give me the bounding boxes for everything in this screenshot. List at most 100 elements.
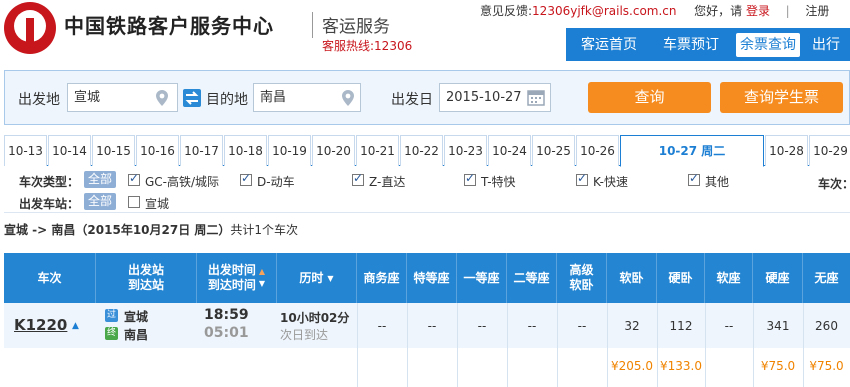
location-pin-icon[interactable] [156, 90, 168, 106]
train-type-all-button[interactable]: 全部 [84, 171, 117, 188]
date-tab[interactable]: 10-16 [136, 135, 179, 166]
type-gc-checkbox[interactable] [128, 171, 140, 186]
site-title: 中国铁路客户服务中心 [64, 14, 274, 38]
date-label: 出发日 [391, 92, 433, 108]
from-station-link[interactable]: 宣城 [124, 308, 148, 325]
to-label: 目的地 [206, 92, 248, 108]
col-stations: 出发站 到达站 [96, 253, 197, 303]
train-number-label: 车次： [818, 177, 850, 191]
train-number-link[interactable]: K1220 [14, 316, 67, 334]
type-k-checkbox[interactable] [576, 171, 588, 186]
price-no-seat: ¥75.0 [809, 359, 844, 373]
date-tab-active[interactable]: 10-27 周二 [620, 135, 764, 167]
type-other-label: 其他 [705, 175, 730, 189]
col-duration[interactable]: 历时 ▼ [277, 253, 357, 303]
date-tab[interactable]: 10-20 [312, 135, 355, 166]
type-gc-label: GC-高铁/城际 [145, 175, 220, 189]
date-tab[interactable]: 10-24 [488, 135, 531, 166]
type-z-checkbox[interactable] [352, 171, 364, 186]
col-seat: 软座 [705, 253, 753, 303]
arrive-time: 05:01 [204, 325, 249, 341]
col-depart-time: 出发时间 [207, 263, 256, 277]
col-seat: 硬座 [753, 253, 803, 303]
seat-availability: 260 [815, 319, 838, 333]
date-tab[interactable]: 10-28 [765, 135, 808, 166]
nav-home[interactable]: 客运首页 [574, 33, 644, 57]
location-pin-icon[interactable] [342, 90, 354, 106]
greeting-text: 您好，请 [694, 4, 743, 18]
seat-availability: -- [527, 319, 537, 333]
seat-availability: -- [724, 319, 734, 333]
register-link[interactable]: 注册 [805, 4, 829, 18]
type-d-checkbox[interactable] [240, 171, 252, 186]
date-tab[interactable]: 10-17 [180, 135, 223, 166]
seat-availability: -- [427, 319, 437, 333]
type-t-checkbox[interactable] [464, 171, 476, 186]
train-expand-icon[interactable]: ▲ [72, 321, 79, 331]
route-summary: 宣城 -> 南昌（2015年10月27日 周二）共计1个车次 [4, 223, 299, 237]
date-tab[interactable]: 10-29 [809, 135, 850, 166]
col-station-from: 出发站 [127, 263, 164, 277]
nav-ticket-query[interactable]: 余票查询 [736, 33, 800, 57]
col-seat: 商务座 [357, 253, 407, 303]
col-seat: 软卧 [607, 253, 657, 303]
col-seat: 高级软卧 [557, 253, 607, 303]
col-seat: 特等座 [407, 253, 457, 303]
type-k-label: K-快速 [593, 175, 628, 189]
station-xuancheng-checkbox[interactable] [128, 196, 140, 208]
header-divider [312, 12, 313, 38]
sort-up-icon[interactable]: ▲ [259, 266, 265, 278]
site-subtitle: 客运服务 [322, 17, 390, 37]
student-query-button[interactable]: 查询学生票 [720, 82, 843, 113]
price-hard-seat: ¥75.0 [760, 359, 796, 373]
station-all-button[interactable]: 全部 [84, 193, 117, 210]
date-tab[interactable]: 10-13 [4, 135, 47, 166]
results-table-header: 车次 出发站 到达站 出发时间 到达时间 ▲ ▼ 历时 ▼ 商务座 特等座 一等座… [4, 253, 850, 303]
seat-availability: 32 [624, 319, 640, 333]
sort-down-icon[interactable]: ▼ [327, 271, 333, 286]
nav-booking[interactable]: 车票预订 [656, 33, 726, 57]
date-tab[interactable]: 10-26 [576, 135, 619, 166]
date-tab[interactable]: 10-18 [224, 135, 267, 166]
top-links: 意见反馈:12306yjfk@rails.com.cn 您好，请 登录 | 注册… [480, 2, 850, 19]
date-tab[interactable]: 10-15 [92, 135, 135, 166]
station-xuancheng-label: 宣城 [145, 197, 170, 211]
seat-availability: -- [577, 319, 587, 333]
hotline: 客服热线:12306 [322, 39, 413, 53]
swap-stations-icon[interactable] [183, 89, 201, 107]
price-hard-sleeper: ¥133.0 [660, 359, 702, 373]
date-tab[interactable]: 10-22 [400, 135, 443, 166]
to-station-link[interactable]: 南昌 [124, 326, 148, 343]
col-seat: 硬卧 [657, 253, 705, 303]
col-station-to: 到达站 [127, 278, 164, 292]
from-label: 出发地 [18, 92, 60, 108]
nav-travel[interactable]: 出行 [812, 33, 850, 57]
train-count: 共计1个车次 [230, 223, 299, 237]
login-link[interactable]: 登录 [746, 4, 770, 18]
date-tabs: 10-13 10-14 10-15 10-16 10-17 10-18 10-1… [4, 135, 850, 167]
col-seat: 无座 [814, 270, 839, 285]
type-other-checkbox[interactable] [688, 171, 700, 186]
departure-station-label: 出发车站： [19, 197, 80, 211]
col-seat: 一等座 [457, 253, 507, 303]
price-soft-sleeper: ¥205.0 [611, 359, 653, 373]
train-type-label: 车次类型： [19, 175, 80, 189]
date-tab[interactable]: 10-14 [48, 135, 91, 166]
arrive-day: 次日到达 [280, 328, 329, 342]
date-tab[interactable]: 10-19 [268, 135, 311, 166]
date-tab[interactable]: 10-25 [532, 135, 575, 166]
seat-availability: 112 [669, 319, 693, 333]
seat-availability: 341 [766, 319, 790, 333]
date-tab[interactable]: 10-23 [444, 135, 487, 166]
route-text: 宣城 -> 南昌 [4, 223, 76, 237]
query-button[interactable]: 查询 [588, 82, 711, 113]
type-d-label: D-动车 [257, 175, 295, 189]
sort-down-icon[interactable]: ▼ [259, 278, 265, 290]
calendar-icon[interactable] [527, 88, 545, 106]
main-nav: 客运首页 车票预订 余票查询 出行 [566, 28, 850, 61]
date-tab[interactable]: 10-21 [356, 135, 399, 166]
col-times[interactable]: 出发时间 到达时间 ▲ ▼ [197, 253, 277, 303]
feedback-email-link[interactable]: 12306yjfk@rails.com.cn [532, 4, 676, 18]
route-date: 2015年10月27日 周二 [87, 223, 219, 237]
col-duration-label: 历时 [299, 270, 324, 285]
